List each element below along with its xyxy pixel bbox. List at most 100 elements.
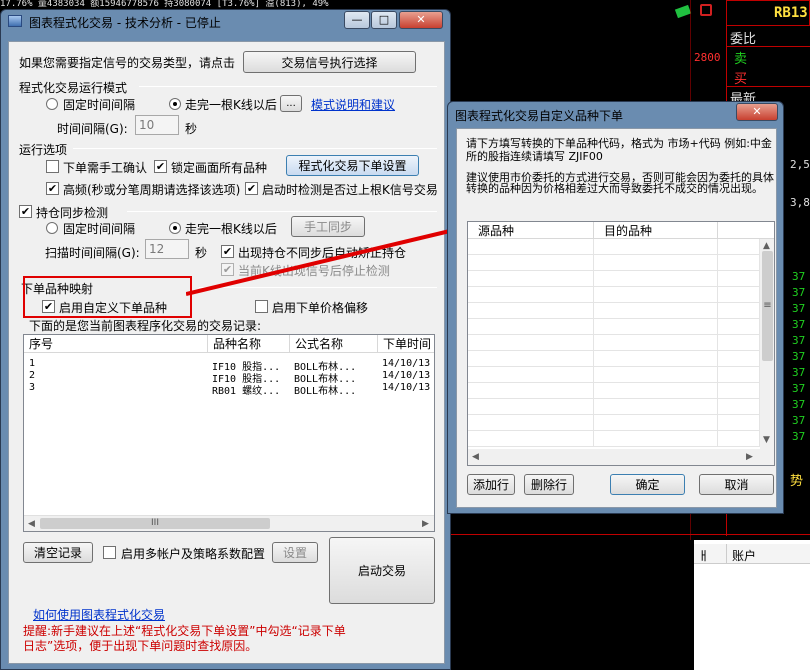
minimize-button[interactable]: —: [344, 11, 370, 29]
interval-input[interactable]: 10: [135, 115, 179, 135]
mapping-cell[interactable]: [594, 399, 718, 415]
add-row-button[interactable]: 添加行: [467, 474, 515, 495]
start-trading-button[interactable]: 启动交易: [329, 537, 435, 604]
multi-account-settings-button[interactable]: 设置: [272, 542, 318, 563]
mapping-cell[interactable]: [468, 239, 594, 255]
manual-confirm-checkbox[interactable]: [46, 160, 59, 173]
mapping-cell[interactable]: [468, 415, 594, 431]
mapping-cell[interactable]: [718, 255, 760, 271]
column-header-time[interactable]: 下单时间: [378, 335, 434, 353]
mapping-cell[interactable]: [594, 383, 718, 399]
after-kline-radio-2[interactable]: [169, 222, 181, 234]
account-column-header[interactable]: 账户: [732, 547, 756, 564]
mapping-cell[interactable]: [468, 367, 594, 383]
mapping-cell[interactable]: [718, 367, 760, 383]
vscroll-thumb[interactable]: ≡: [762, 251, 773, 361]
mapping-cell[interactable]: [718, 351, 760, 367]
main-window-body: 如果您需要指定信号的交易类型，请点击 交易信号执行选择 程式化交易运行模式 固定…: [8, 41, 445, 664]
mapping-vscrollbar[interactable]: ▲ ≡ ▼: [760, 239, 774, 449]
dialog-instruction: 请下方填写转换的下单品种代码，格式为 市场+代码 例如:中金所的股指连续请填写 …: [466, 137, 772, 163]
mapping-cell[interactable]: [594, 271, 718, 287]
hscroll-thumb[interactable]: III: [40, 518, 270, 529]
price-axis-label: 2800: [694, 51, 721, 64]
maximize-button[interactable]: □: [371, 11, 397, 29]
price-offset-checkbox[interactable]: [255, 300, 268, 313]
column-header-source[interactable]: 源品种: [468, 222, 594, 239]
mapping-cell[interactable]: [594, 319, 718, 335]
main-window-titlebar[interactable]: 图表程式化交易 - 技术分析 - 已停止 — □ ✕: [1, 10, 450, 34]
order-settings-button[interactable]: 程式化交易下单设置: [286, 155, 419, 176]
mapping-cell[interactable]: [468, 399, 594, 415]
column-header-variety[interactable]: 品种名称: [208, 335, 290, 353]
ok-button[interactable]: 确定: [610, 474, 685, 495]
signal-select-button[interactable]: 交易信号执行选择: [243, 51, 416, 73]
mode-help-link[interactable]: 模式说明和建议: [311, 96, 395, 113]
mapping-cell[interactable]: [594, 351, 718, 367]
fixed-interval-radio[interactable]: [46, 98, 58, 110]
records-hscrollbar[interactable]: ◀ III ▶: [24, 515, 434, 531]
table-row[interactable]: 3 RB01 螺纹... BOLL布林... 14/10/13: [24, 382, 434, 397]
position-sync-checkbox[interactable]: ✔: [19, 205, 32, 218]
table-row[interactable]: 1 IF10 股指... BOLL布林... 14/10/13: [24, 358, 434, 373]
mapping-cell[interactable]: [468, 335, 594, 351]
mapping-cell[interactable]: [594, 287, 718, 303]
high-freq-checkbox[interactable]: ✔: [46, 182, 59, 195]
mapping-cell[interactable]: [718, 431, 760, 447]
mapping-table[interactable]: 源品种 目的品种 ▲ ≡ ▼ ◀ ▶: [467, 221, 775, 466]
scroll-left-arrow-icon[interactable]: ◀: [28, 519, 35, 529]
scroll-down-arrow-icon[interactable]: ▼: [763, 435, 770, 445]
mapping-cell[interactable]: [594, 431, 718, 447]
dialog-titlebar[interactable]: 图表程式化交易自定义品种下单 ✕: [448, 102, 783, 126]
scroll-left-arrow-icon[interactable]: ◀: [472, 452, 479, 462]
mapping-cell[interactable]: [468, 287, 594, 303]
column-header-index[interactable]: 序号: [24, 335, 208, 353]
mapping-cell[interactable]: [718, 271, 760, 287]
mapping-cell[interactable]: [594, 303, 718, 319]
delete-row-button[interactable]: 删除行: [524, 474, 574, 495]
clear-records-button[interactable]: 清空记录: [23, 542, 93, 563]
column-header-target[interactable]: 目的品种: [594, 222, 718, 239]
mapping-cell[interactable]: [718, 335, 760, 351]
ellipsis-button[interactable]: ...: [280, 95, 302, 112]
mapping-cell[interactable]: [718, 383, 760, 399]
records-table[interactable]: 序号 品种名称 公式名称 下单时间 1 IF10 股指... BOLL布林...…: [23, 334, 435, 532]
howto-link[interactable]: 如何使用图表程式化交易: [33, 606, 165, 623]
close-button[interactable]: ✕: [399, 11, 443, 29]
mapping-cell[interactable]: [594, 255, 718, 271]
mapping-cell[interactable]: [468, 319, 594, 335]
table-row[interactable]: 2 IF10 股指... BOLL布林... 14/10/13: [24, 370, 434, 385]
scan-interval-input[interactable]: 12: [145, 239, 189, 259]
fixed-interval-radio-2[interactable]: [46, 222, 58, 234]
lock-all-checkbox[interactable]: ✔: [154, 160, 167, 173]
mapping-grid[interactable]: [468, 239, 760, 449]
mapping-cell[interactable]: [468, 255, 594, 271]
mapping-cell[interactable]: [718, 303, 760, 319]
mapping-cell[interactable]: [718, 319, 760, 335]
callout-arrow: [186, 218, 468, 296]
scroll-up-arrow-icon[interactable]: ▲: [763, 241, 770, 251]
mapping-cell[interactable]: [718, 239, 760, 255]
multi-account-checkbox[interactable]: [103, 546, 116, 559]
mapping-cell[interactable]: [594, 367, 718, 383]
scroll-right-arrow-icon[interactable]: ▶: [422, 519, 429, 529]
mapping-hscrollbar[interactable]: ◀ ▶: [468, 449, 774, 465]
mapping-cell[interactable]: [718, 287, 760, 303]
scroll-right-arrow-icon[interactable]: ▶: [746, 452, 753, 462]
mapping-cell[interactable]: [468, 351, 594, 367]
mapping-cell[interactable]: [594, 415, 718, 431]
symbol-code: RB13: [774, 5, 808, 21]
mapping-cell[interactable]: [468, 383, 594, 399]
mapping-cell[interactable]: [468, 303, 594, 319]
mapping-cell[interactable]: [718, 415, 760, 431]
dialog-close-button[interactable]: ✕: [736, 103, 778, 121]
column-header-formula[interactable]: 公式名称: [290, 335, 378, 353]
dialog-body: 请下方填写转换的下单品种代码，格式为 市场+代码 例如:中金所的股指连续请填写 …: [456, 128, 777, 508]
mapping-cell[interactable]: [468, 431, 594, 447]
mapping-cell[interactable]: [718, 399, 760, 415]
mapping-cell[interactable]: [594, 335, 718, 351]
mapping-cell[interactable]: [594, 239, 718, 255]
after-kline-radio[interactable]: [169, 98, 181, 110]
check-last-k-checkbox[interactable]: ✔: [245, 182, 258, 195]
mapping-cell[interactable]: [468, 271, 594, 287]
cancel-button[interactable]: 取消: [699, 474, 774, 495]
